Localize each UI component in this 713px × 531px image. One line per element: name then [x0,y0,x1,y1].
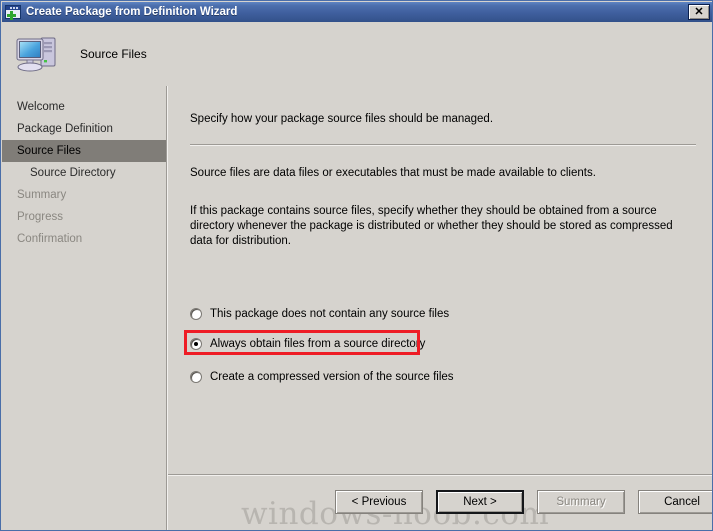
sidebar-item-progress: Progress [2,206,166,228]
radio-icon[interactable] [190,371,202,383]
sidebar-item-label: Source Directory [30,167,116,179]
package-wizard-icon [5,5,21,20]
wizard-steps-list: Welcome Package Definition Source Files … [2,86,166,250]
footer-buttons: < Previous Next > Summary Cancel [335,490,712,514]
sidebar-item-label: Progress [17,211,64,223]
content-divider-highlight [190,145,696,146]
sidebar-item-summary: Summary [2,184,166,206]
close-icon[interactable]: ✕ [688,4,710,20]
wizard-window: Create Package from Definition Wizard ✕ [0,0,713,531]
title-bar: Create Package from Definition Wizard ✕ [2,2,712,22]
sidebar-item-source-files[interactable]: Source Files [2,140,166,162]
radio-option-no-source-files[interactable]: This package does not contain any source… [190,306,449,322]
description-text: Source files are data files or executabl… [190,167,596,179]
radio-option-label: This package does not contain any source… [210,308,450,320]
radio-icon[interactable] [190,338,202,350]
sidebar-item-confirmation: Confirmation [2,228,166,250]
content-pane: Specify how your package source files sh… [168,86,712,530]
intro-text: Specify how your package source files sh… [190,113,494,125]
footer-divider-highlight [168,475,712,476]
sidebar-item-welcome[interactable]: Welcome [2,96,166,118]
cancel-button[interactable]: Cancel [638,490,712,514]
wizard-header: Source Files [2,22,712,86]
radio-option-label: Always obtain files from a source direct… [210,338,426,350]
summary-button: Summary [537,490,625,514]
computer-icon [14,33,60,75]
page-title: Source Files [80,47,147,61]
sidebar-item-label: Package Definition [17,123,113,135]
sidebar-item-label: Summary [17,189,67,201]
window-title: Create Package from Definition Wizard [26,6,238,18]
radio-option-label: Create a compressed version of the sourc… [210,371,454,383]
next-button[interactable]: Next > [436,490,524,514]
sidebar-item-label: Welcome [17,101,65,113]
radio-option-always-obtain[interactable]: Always obtain files from a source direct… [190,336,425,352]
radio-icon[interactable] [190,308,202,320]
previous-button[interactable]: < Previous [335,490,423,514]
sidebar-item-package-definition[interactable]: Package Definition [2,118,166,140]
body-paragraph: If this package contains source files, s… [190,205,673,247]
sidebar-item-label: Confirmation [17,233,83,245]
sidebar-item-source-directory[interactable]: Source Directory [2,162,166,184]
wizard-steps-sidebar: Welcome Package Definition Source Files … [2,86,166,530]
radio-option-compressed-version[interactable]: Create a compressed version of the sourc… [190,369,454,385]
sidebar-item-label: Source Files [17,145,81,157]
